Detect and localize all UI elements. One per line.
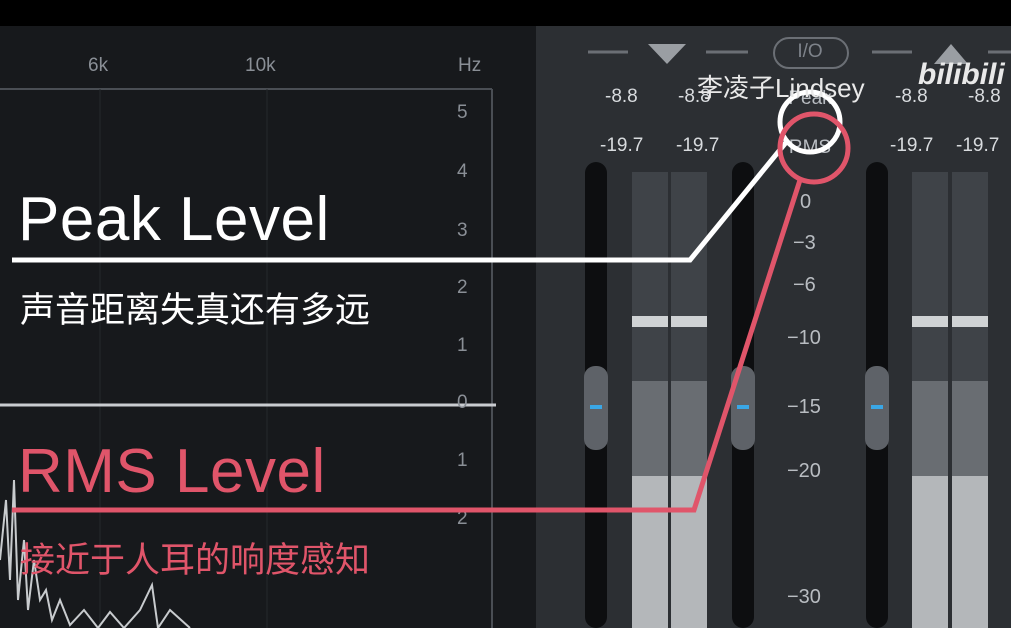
author-watermark: 李凌子Lindsey	[697, 73, 865, 103]
peak-level-description: 声音距离失真还有多远	[20, 291, 371, 330]
rms-level-heading: RMS Level	[18, 437, 326, 506]
peak-level-heading: Peak Level	[18, 185, 330, 254]
bilibili-logo: bilibili	[918, 58, 1005, 91]
rms-level-description: 接近于人耳的响度感知	[20, 541, 371, 580]
